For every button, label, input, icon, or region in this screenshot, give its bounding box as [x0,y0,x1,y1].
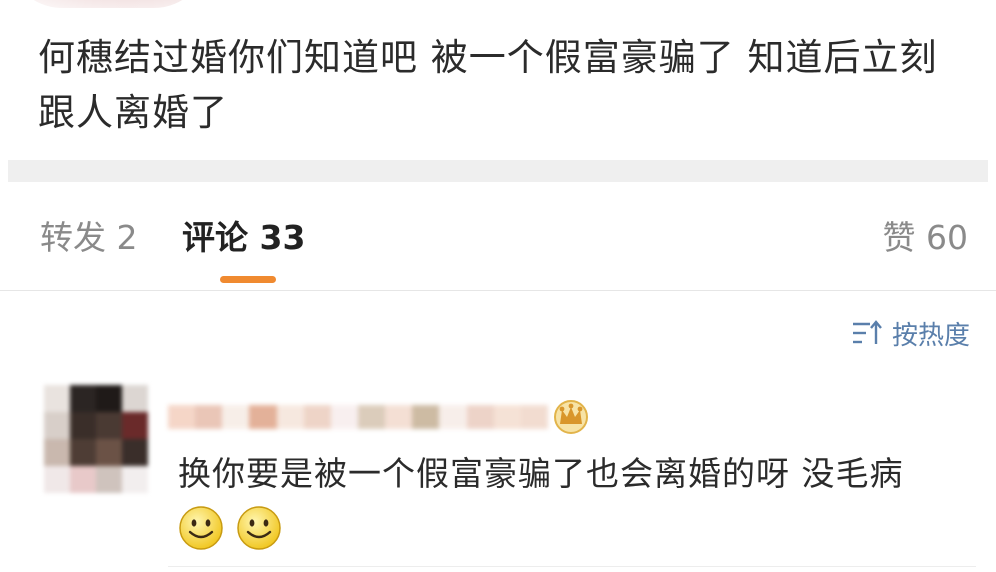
tabs-bar: 转发 2 评论 33 赞 60 [0,182,996,291]
tab-comments[interactable]: 评论 33 [182,218,305,258]
tab-repost[interactable]: 转发 2 [40,218,138,258]
comment-separator [168,566,976,567]
post-text: 何穗结过婚你们知道吧 被一个假富豪骗了 知道后立刻跟人离婚了 [38,36,938,134]
crown-icon [554,400,588,434]
comment-text: 换你要是被一个假富豪骗了也会离婚的呀 没毛病 [178,454,904,493]
smile-icon [179,506,223,550]
sort-by-hot-button[interactable]: 按热度 [852,313,970,353]
sort-label: 按热度 [891,320,970,351]
post-author-avatar[interactable] [8,0,208,8]
commenter-avatar[interactable] [44,385,148,493]
sort-icon [852,320,882,344]
tab-likes[interactable]: 赞 60 [883,218,968,258]
active-tab-indicator [220,276,276,283]
smile-icon [237,506,281,550]
emoji-row [178,505,282,551]
section-divider [8,160,988,182]
commenter-name[interactable] [168,405,548,429]
